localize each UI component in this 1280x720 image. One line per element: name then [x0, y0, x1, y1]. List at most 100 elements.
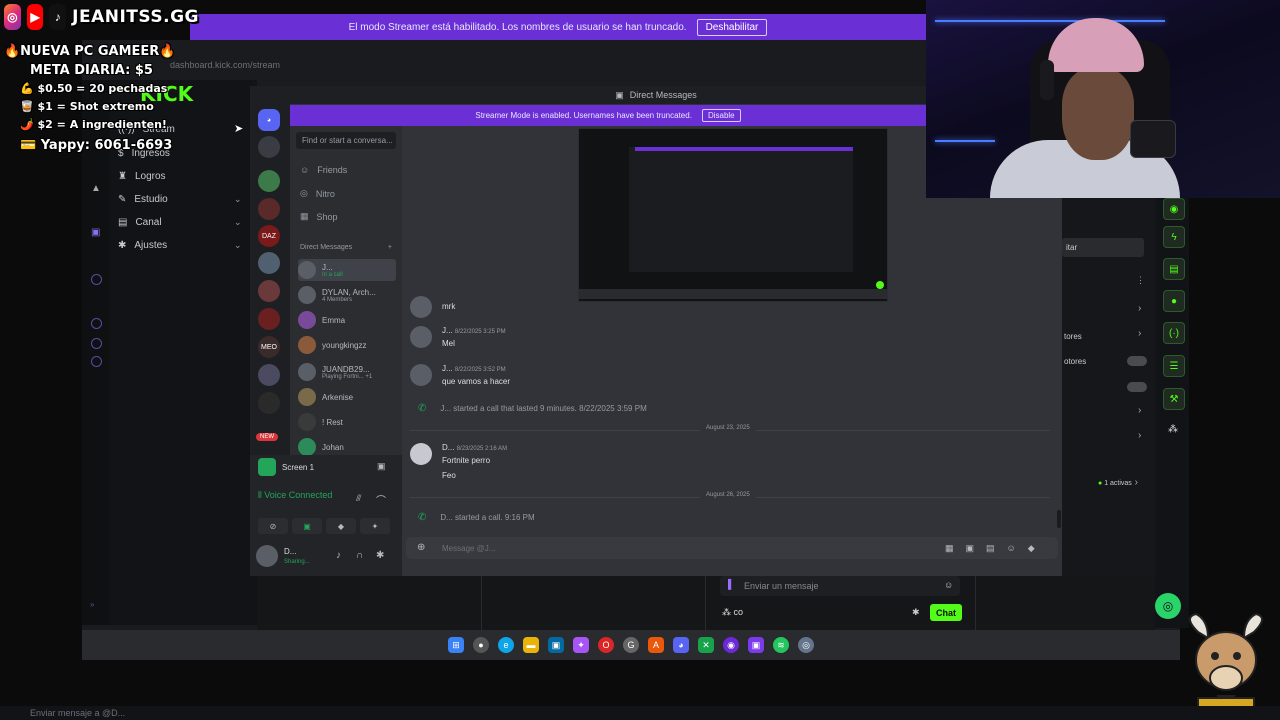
sidebar-item-canal[interactable]: ▤ Canal ⌄ — [118, 217, 242, 228]
expand-icon[interactable]: » — [90, 600, 94, 609]
nav-shop[interactable]: ▦ Shop — [300, 211, 338, 222]
server-icon[interactable] — [258, 136, 280, 158]
toggle-switch-2[interactable] — [1127, 382, 1147, 392]
server-icon[interactable] — [258, 392, 280, 414]
list-icon[interactable]: ☰ — [1163, 355, 1185, 377]
disconnect-icon[interactable]: ⌒ — [376, 492, 386, 507]
chevron-right-icon[interactable]: › — [1138, 405, 1141, 416]
broadcast-icon[interactable]: (·) — [1163, 322, 1185, 344]
nav-friends[interactable]: ☺ Friends — [300, 165, 347, 175]
plus-icon[interactable]: + — [388, 244, 392, 251]
sidebar-item-ajustes[interactable]: ✱ Ajustes ⌄ — [118, 240, 242, 251]
circle-icon[interactable] — [91, 274, 102, 285]
gear-icon[interactable]: ✱ — [912, 607, 920, 618]
dm-item[interactable]: DYLAN, Arch... 4 Members — [298, 284, 396, 306]
emoji-icon[interactable]: ☺ — [1007, 543, 1016, 554]
chat-icon[interactable]: ▣ — [91, 227, 100, 238]
disable-button[interactable]: Disable — [701, 109, 741, 122]
chat-icon: ▌ — [728, 579, 735, 589]
note-icon[interactable]: ▤ — [1163, 258, 1185, 280]
server-icon[interactable] — [258, 308, 280, 330]
more-icon[interactable]: ⋮ — [1136, 275, 1145, 286]
lightning-icon[interactable]: ϟ — [1163, 226, 1185, 248]
activity-icon[interactable]: ◆ — [326, 518, 356, 534]
circle-icon-2[interactable] — [91, 318, 102, 329]
dm-item[interactable]: Emma — [298, 309, 396, 331]
partial-button[interactable]: itar — [1062, 238, 1144, 257]
partial-label-1: tores — [1064, 332, 1082, 341]
screen-share-button[interactable]: ▣ — [292, 518, 322, 534]
copilot-icon[interactable]: ✦ — [573, 637, 589, 653]
chat-bubble-icon[interactable]: ● — [1163, 290, 1185, 312]
camera-icon[interactable]: ◉ — [1163, 198, 1185, 220]
share-icon[interactable]: ⁂ — [1168, 424, 1178, 435]
windows-start-icon[interactable]: ⊞ — [448, 637, 464, 653]
bottom-chat-input[interactable]: Enviar mensaje a @D... — [0, 706, 1280, 720]
chevron-right-icon[interactable]: › — [1138, 303, 1141, 314]
chevron-right-icon[interactable]: › — [1138, 430, 1141, 441]
discord-icon[interactable]: ◕ — [673, 637, 689, 653]
dm-search-input[interactable]: Find or start a conversa... — [296, 132, 396, 149]
voice-controls: ⊘ ▣ ◆ ✦ — [258, 518, 390, 534]
plus-circle-icon[interactable]: ⊕ — [417, 542, 425, 553]
server-icon[interactable] — [258, 170, 280, 192]
server-icon[interactable] — [258, 252, 280, 274]
server-icon[interactable] — [258, 364, 280, 386]
url-bar[interactable]: dashboard.kick.com/stream — [170, 60, 280, 70]
headphones-icon[interactable]: ∩ — [356, 550, 363, 561]
scrollbar[interactable] — [1057, 510, 1061, 528]
popout-icon[interactable]: ▣ — [377, 461, 386, 472]
circle-icon-3[interactable] — [91, 338, 102, 349]
spotify-icon[interactable]: ≋ — [773, 637, 789, 653]
user-avatar[interactable] — [256, 545, 278, 567]
users-icon: ⁂ — [722, 607, 734, 617]
input-actions: ▦ ▣ ▤ ☺ ◆ — [945, 543, 1035, 554]
friends-icon: ☺ — [300, 165, 310, 175]
search-icon[interactable]: ● — [473, 637, 489, 653]
dm-item[interactable]: ! Rest — [298, 411, 396, 433]
dm-item[interactable]: J... In a call — [298, 259, 396, 281]
store-icon[interactable]: ▣ — [548, 637, 564, 653]
sidebar-item-logros[interactable]: ♜ Logros — [118, 171, 166, 182]
chrome-icon[interactable]: ◎ — [798, 637, 814, 653]
chevron-right-icon[interactable]: › — [1138, 328, 1141, 339]
channel-icon: ▤ — [118, 217, 128, 228]
xbox-icon[interactable]: ✕ — [698, 637, 714, 653]
activity-icon[interactable]: ◆ — [1028, 543, 1035, 554]
sticker-icon[interactable]: ▤ — [986, 543, 995, 554]
microphone-icon[interactable]: ♪ — [336, 550, 341, 561]
sidebar-item-estudio[interactable]: ✎ Estudio ⌄ — [118, 194, 242, 205]
folder-icon[interactable]: ▬ — [523, 637, 539, 653]
gift-icon[interactable]: ▦ — [945, 543, 954, 554]
chat-send-button[interactable]: Chat — [930, 604, 962, 621]
emoji-icon[interactable]: ☺ — [944, 580, 953, 590]
noise-icon[interactable]: ⫻ — [356, 493, 361, 504]
gear-icon[interactable]: ✱ — [376, 550, 384, 561]
app-icon[interactable]: A — [648, 637, 664, 653]
server-icon[interactable] — [258, 198, 280, 220]
dm-item[interactable]: Arkenise — [298, 386, 396, 408]
kick-chat-input[interactable]: Enviar un mensaje — [720, 576, 960, 596]
opera-icon[interactable]: O — [598, 637, 614, 653]
nav-nitro[interactable]: ◎ Nitro — [300, 188, 335, 199]
browser-icon[interactable]: G — [623, 637, 639, 653]
dm-item[interactable]: JUANDB29... Playing Fortni... +1 — [298, 361, 396, 383]
wrench-icon[interactable]: ⚒ — [1163, 388, 1185, 410]
toggle-switch[interactable] — [1127, 356, 1147, 366]
divider — [975, 575, 976, 630]
streamlabs-icon[interactable]: ▣ — [748, 637, 764, 653]
server-icon[interactable] — [258, 280, 280, 302]
disable-streamer-button[interactable]: Deshabilitar — [696, 18, 768, 36]
soundboard-icon[interactable]: ✦ — [360, 518, 390, 534]
dm-item[interactable]: youngkingzz — [298, 334, 396, 356]
server-icon[interactable]: MEO — [258, 336, 280, 358]
settings-icon[interactable] — [91, 356, 102, 367]
obs-icon[interactable]: ◉ — [723, 637, 739, 653]
server-icon[interactable]: DAZ — [258, 225, 280, 247]
discord-home-icon[interactable]: ◕ — [258, 109, 280, 131]
camera-off-icon[interactable]: ⊘ — [258, 518, 288, 534]
gif-icon[interactable]: ▣ — [966, 543, 975, 554]
mouse-cursor-icon: ➤ — [234, 123, 244, 135]
edge-icon[interactable]: e — [498, 637, 514, 653]
creator-icon[interactable]: ▲ — [91, 183, 101, 194]
